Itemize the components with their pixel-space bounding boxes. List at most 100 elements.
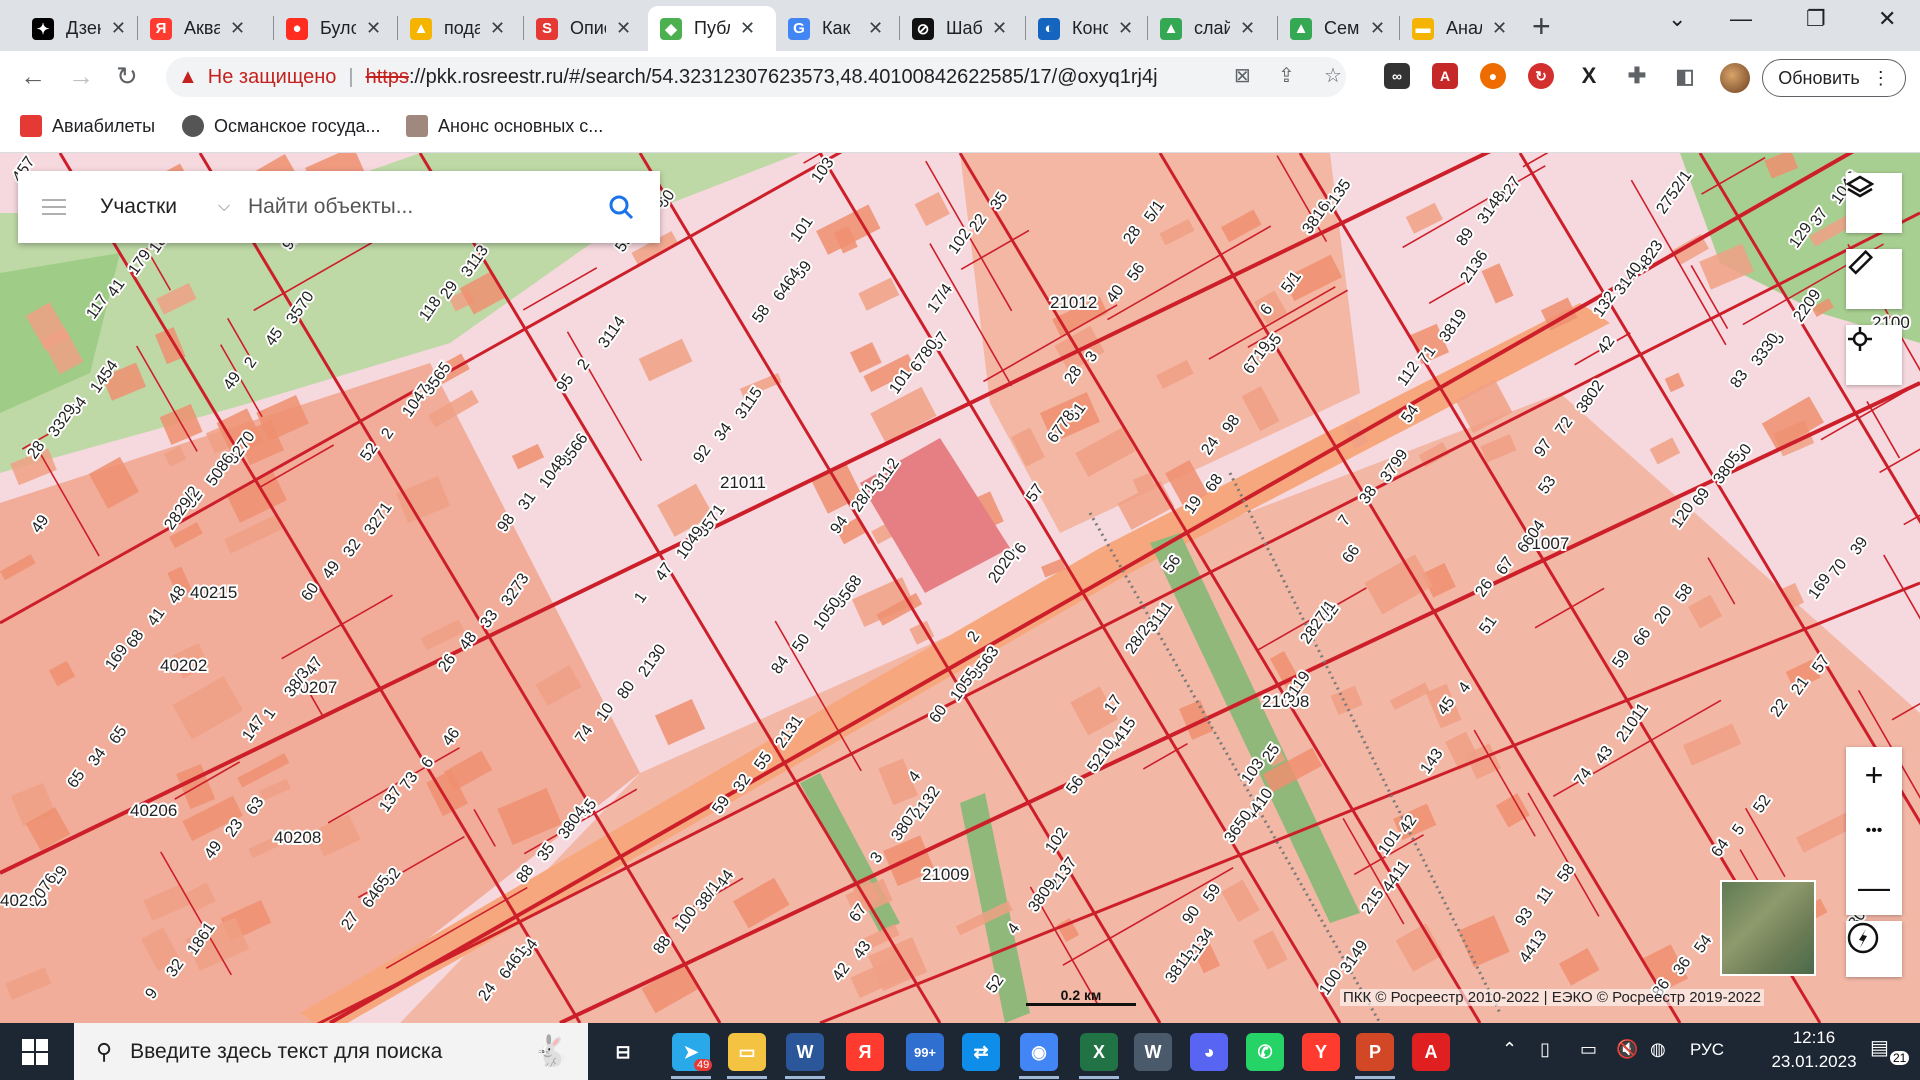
measure-button[interactable] [1846,249,1902,309]
extension-x-icon[interactable]: X [1576,63,1602,89]
browser-tab[interactable]: ⊘ Шаблон ✕ [900,6,1026,51]
tab-close-icon[interactable]: ✕ [992,18,1007,39]
search-input[interactable] [248,195,588,219]
back-button[interactable]: ← [20,61,46,92]
zoom-in-button[interactable]: + [1846,747,1902,803]
bookmark-item[interactable]: Османское госуда... [182,115,381,137]
quarter-number-label[interactable]: 40202 [158,654,209,677]
clock-time[interactable]: 12:16 [1766,1028,1862,1048]
new-tab-button[interactable]: + [1532,8,1551,45]
side-panel-icon[interactable]: ◧ [1672,63,1698,89]
restore-button[interactable]: ❐ [1806,6,1826,32]
taskbar-app-yandex[interactable]: Y [1302,1033,1340,1071]
tab-close-icon[interactable]: ✕ [740,18,755,39]
tab-close-icon[interactable]: ✕ [616,18,631,39]
compass-button[interactable] [1846,921,1902,977]
blocked-popup-icon[interactable]: ⊠ [1234,63,1251,88]
tab-close-icon[interactable]: ✕ [1118,18,1133,39]
quarter-number-label[interactable]: 21011 [718,471,768,494]
browser-tab[interactable]: ✦ Дзен ✕ [20,6,138,51]
search-category-select[interactable]: Участки [100,195,218,219]
taskbar-app-acrobat[interactable]: A [1412,1033,1450,1071]
tab-close-icon[interactable]: ✕ [230,18,245,39]
quarter-number-label[interactable]: 40208 [272,826,323,849]
start-button[interactable] [0,1023,70,1080]
tab-close-icon[interactable]: ✕ [1492,18,1507,39]
update-button[interactable]: Обновить ⋮ [1762,59,1906,97]
taskbar-app-powerpoint[interactable]: P [1356,1033,1394,1071]
taskbar-app-chrome[interactable]: ◉ [1020,1033,1058,1071]
tab-title: Шаблон [946,18,982,38]
layers-button[interactable] [1846,173,1902,233]
tab-search-chevron-icon[interactable]: ⌄ [1668,6,1686,32]
extension-glasses-icon[interactable]: ∞ [1384,63,1410,89]
browser-tab[interactable]: G Как ✕ [776,6,900,51]
forward-button[interactable]: → [68,61,94,92]
taskbar-app-task-view[interactable]: ⊟ [604,1033,642,1071]
quarter-number-label[interactable]: 40206 [128,799,179,822]
notification-icon[interactable]: ▤ [1870,1035,1889,1060]
cadastral-map[interactable]: 21011 21012 21007 21008 21009 40215 40202 40207… [0,153,1920,1023]
tab-active[interactable]: ◆ Публичная кадастровая карта ✕ [648,6,776,51]
taskbar-app-teamviewer[interactable]: ⇄ [962,1033,1000,1071]
tab-close-icon[interactable]: ✕ [1240,18,1255,39]
browser-tab[interactable]: ● Булочная ✕ [274,6,398,51]
taskbar-search-box[interactable]: ⚲ Введите здесь текст для поиска 🐇 [74,1023,588,1080]
browser-tab[interactable]: Я Акварель ✕ [138,6,274,51]
bookmark-item[interactable]: Авиабилеты [20,115,155,137]
tab-close-icon[interactable]: ✕ [490,18,505,39]
quarter-number-label[interactable]: 21009 [920,863,971,886]
taskbar-app-explorer[interactable]: ▭ [728,1033,766,1071]
reload-button[interactable]: ↻ [116,61,138,92]
menu-hamburger-icon[interactable] [18,199,90,215]
extension-red-icon[interactable]: ↻ [1528,63,1554,89]
browser-tab[interactable]: ▲ слайды ✕ [1148,6,1278,51]
zoom-out-button[interactable]: — [1846,859,1902,915]
volume-muted-icon[interactable]: 🔇 [1616,1039,1638,1060]
browser-tab[interactable]: ▲ Семья ✕ [1278,6,1400,51]
not-secure-label[interactable]: Не защищено [208,66,337,89]
taskbar-app-word[interactable]: W [786,1033,824,1071]
network-globe-icon[interactable]: ◍ [1650,1039,1666,1060]
taskbar-app-yandex-browser[interactable]: Я [846,1033,884,1071]
extension-orange-icon[interactable]: ● [1480,63,1506,89]
minimize-button[interactable]: — [1730,6,1752,32]
locate-button[interactable] [1846,325,1902,385]
warning-icon[interactable]: ▲ [178,66,198,89]
profile-avatar[interactable] [1720,63,1750,93]
clock-date[interactable]: 23.01.2023 [1766,1052,1862,1072]
tab-close-icon[interactable]: ✕ [1370,18,1385,39]
bookmark-star-icon[interactable]: ☆ [1324,63,1342,88]
more-options-button[interactable]: ••• [1846,803,1902,859]
map-canvas[interactable]: 2101121012210072100821009402154020240207… [0,153,1920,1023]
browser-tab[interactable]: ▲ подарки ✕ [398,6,524,51]
search-icon[interactable] [608,194,634,220]
close-window-button[interactable]: ✕ [1878,6,1896,32]
tray-device-icon[interactable]: ▯ [1540,1039,1550,1060]
tab-close-icon[interactable]: ✕ [366,18,381,39]
taskbar-app-discord[interactable]: ◕ [1190,1033,1228,1071]
tab-close-icon[interactable]: ✕ [868,18,883,39]
tab-title: подарки [444,18,480,38]
quarter-number-label[interactable]: 40215 [188,581,239,604]
quarter-number-label[interactable]: 21012 [1048,291,1099,314]
address-bar[interactable]: ▲ Не защищено | https://pkk.rosreestr.ru… [166,57,1346,97]
tab-close-icon[interactable]: ✕ [111,18,126,39]
language-indicator[interactable]: РУС [1690,1040,1724,1060]
bookmark-item[interactable]: Анонс основных с... [406,115,603,137]
app-running-indicator [727,1076,767,1079]
extension-pdf-icon[interactable]: A [1432,63,1458,89]
satellite-minimap[interactable] [1720,880,1816,976]
taskbar-app-excel[interactable]: X [1080,1033,1118,1071]
tray-chevron-icon[interactable]: ⌃ [1502,1039,1517,1060]
taskbar-app-mail[interactable]: 99+ [906,1033,944,1071]
browser-tab[interactable]: S Описание ✕ [524,6,648,51]
chevron-down-icon[interactable]: ⌵ [218,198,248,216]
taskbar-app-writer[interactable]: W [1134,1033,1172,1071]
taskbar-app-whatsapp[interactable]: ✆ [1246,1033,1284,1071]
share-icon[interactable]: ⇪ [1278,63,1295,88]
extensions-puzzle-icon[interactable]: ✚ [1624,63,1650,89]
browser-tab[interactable]: ▬ Анализ ✕ [1400,6,1520,51]
browser-tab[interactable]: ◐ Конструктор ✕ [1026,6,1148,51]
battery-icon[interactable]: ▭ [1580,1039,1597,1060]
